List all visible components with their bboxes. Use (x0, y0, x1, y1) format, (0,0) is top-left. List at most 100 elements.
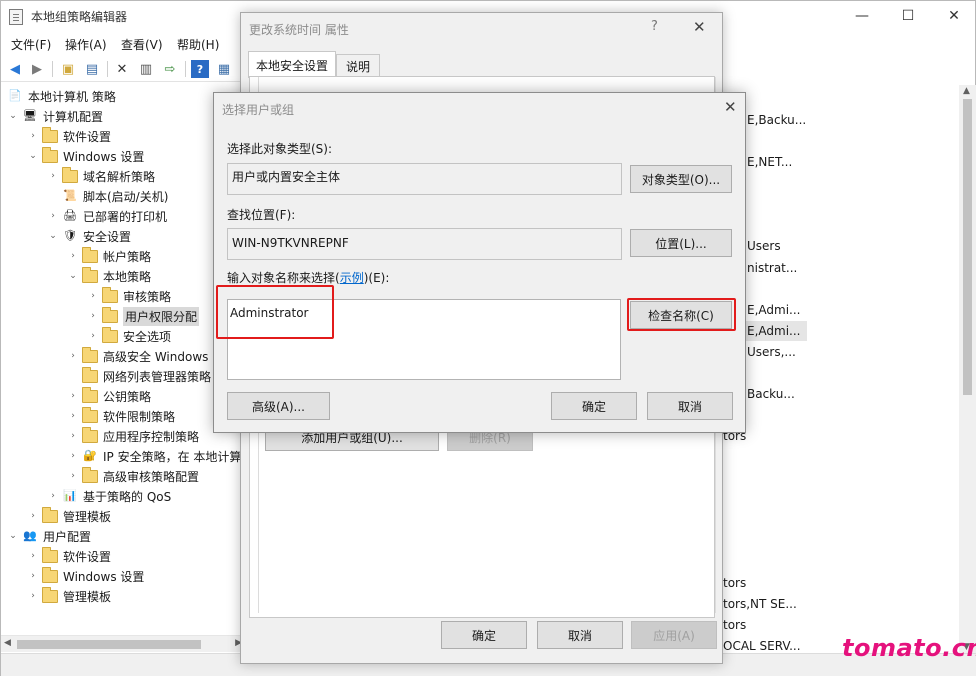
tree-item-user-software-settings[interactable]: › 软件设置 (27, 546, 111, 566)
list-cell[interactable]: tors,NT SE... (723, 597, 797, 611)
tree-item-user-windows-settings[interactable]: › Windows 设置 (27, 566, 144, 586)
menu-file[interactable]: 文件(F) (11, 36, 51, 53)
expand-arrow-icon[interactable]: › (27, 131, 39, 141)
list-cell[interactable]: tors (723, 618, 746, 632)
menu-help[interactable]: 帮助(H) (177, 36, 219, 53)
help-icon[interactable]: ? (191, 60, 209, 78)
up-folder-icon[interactable]: ▣ (59, 60, 77, 78)
extended-view-icon[interactable]: ▦ (215, 60, 233, 78)
tree-item-advanced-audit[interactable]: › 高级审核策略配置 (67, 466, 199, 486)
ok-button[interactable]: 确定 (551, 392, 637, 420)
close-button[interactable]: ✕ (931, 1, 976, 32)
minimize-button[interactable]: — (839, 1, 885, 32)
scrollbar-thumb[interactable] (963, 99, 972, 395)
expand-arrow-icon[interactable]: › (67, 451, 79, 461)
locations-button[interactable]: 位置(L)... (630, 229, 732, 257)
apply-button[interactable]: 应用(A) (631, 621, 717, 649)
delete-icon[interactable]: ✕ (113, 60, 131, 78)
list-cell[interactable]: tors (723, 576, 746, 590)
tree-item-user-config[interactable]: ⌄ 👥 用户配置 (7, 526, 91, 546)
expand-arrow-icon[interactable]: › (27, 571, 39, 581)
tree-item-software-restriction[interactable]: › 软件限制策略 (67, 406, 175, 426)
tree-item-network-list-manager[interactable]: 网络列表管理器策略 (67, 366, 211, 386)
list-vertical-scrollbar[interactable]: ▲ ▼ (959, 85, 976, 653)
examples-link[interactable]: 示例 (340, 271, 364, 285)
expand-arrow-icon[interactable]: › (47, 171, 59, 181)
select-dialog-title: 选择用户或组 (222, 103, 295, 117)
tree-item-user-rights-assignment[interactable]: › 用户权限分配 (87, 306, 200, 326)
collapse-arrow-icon[interactable]: ⌄ (7, 111, 19, 121)
tree-item-qos[interactable]: › 📊 基于策略的 QoS (47, 486, 171, 506)
expand-arrow-icon[interactable]: › (27, 551, 39, 561)
list-cell[interactable]: Users (747, 239, 781, 253)
expand-arrow-icon[interactable]: › (87, 291, 99, 301)
expand-arrow-icon[interactable]: › (67, 391, 79, 401)
tree-item-security-settings[interactable]: ⌄ 🛡 安全设置 (47, 226, 131, 246)
tree-item-software-settings[interactable]: › 软件设置 (27, 126, 111, 146)
tree-item-user-admin-templates[interactable]: › 管理模板 (27, 586, 111, 606)
export-list-icon[interactable]: ⇨ (161, 60, 179, 78)
cancel-button[interactable]: 取消 (647, 392, 733, 420)
cancel-button[interactable]: 取消 (537, 621, 623, 649)
expand-arrow-icon[interactable]: › (67, 431, 79, 441)
expand-arrow-icon[interactable]: › (67, 351, 79, 361)
scroll-up-icon[interactable]: ▲ (963, 86, 970, 96)
tab-local-security-setting[interactable]: 本地安全设置 (248, 51, 336, 78)
back-arrow-icon[interactable]: ◀ (6, 60, 24, 78)
expand-arrow-icon[interactable]: › (67, 411, 79, 421)
expand-arrow-icon[interactable]: › (47, 491, 59, 501)
expand-arrow-icon[interactable]: › (67, 471, 79, 481)
tree-item-audit-policy[interactable]: › 审核策略 (87, 286, 171, 306)
expand-arrow-icon[interactable]: › (47, 211, 59, 221)
collapse-arrow-icon[interactable]: ⌄ (7, 531, 19, 541)
tree-item-account-policies[interactable]: › 帐户策略 (67, 246, 151, 266)
expand-arrow-icon[interactable]: › (67, 251, 79, 261)
toolbar-separator (52, 61, 53, 77)
tree-item-deployed-printers[interactable]: › 🖨 已部署的打印机 (47, 206, 167, 226)
tree-item-app-control[interactable]: › 应用程序控制策略 (67, 426, 199, 446)
tree-item-windows-settings[interactable]: ⌄ Windows 设置 (27, 146, 144, 166)
advanced-button[interactable]: 高级(A)... (227, 392, 330, 420)
show-hide-tree-icon[interactable]: ▤ (83, 60, 101, 78)
scroll-left-icon[interactable]: ◀ (4, 638, 11, 648)
tree-item-scripts[interactable]: 📜 脚本(启动/关机) (47, 186, 168, 206)
list-cell[interactable]: nistrat... (747, 261, 797, 275)
tree-horizontal-scrollbar[interactable]: ◀ ▶ (1, 635, 245, 652)
forward-arrow-icon[interactable]: ▶ (28, 60, 46, 78)
tree-item-security-options[interactable]: › 安全选项 (87, 326, 171, 346)
maximize-button[interactable]: ☐ (885, 1, 931, 32)
expand-arrow-icon[interactable]: › (27, 511, 39, 521)
help-question-icon[interactable]: ? (651, 19, 658, 34)
collapse-arrow-icon[interactable]: ⌄ (47, 231, 59, 241)
object-types-button[interactable]: 对象类型(O)... (630, 165, 732, 193)
list-cell[interactable]: Users,... (747, 345, 796, 359)
tree-item-public-key-policies[interactable]: › 公钥策略 (67, 386, 151, 406)
list-cell[interactable]: E,Admi... (747, 303, 800, 317)
tree-item-computer-config[interactable]: ⌄ 🖥 计算机配置 (7, 106, 103, 126)
collapse-arrow-icon[interactable]: ⌄ (27, 151, 39, 161)
tree-item-local-policy[interactable]: 📄 本地计算机 策略 (7, 86, 116, 106)
menu-action[interactable]: 操作(A) (65, 36, 107, 53)
folder-icon (102, 306, 118, 323)
expand-arrow-icon[interactable]: › (87, 331, 99, 341)
expand-arrow-icon[interactable]: › (27, 591, 39, 601)
tab-explain[interactable]: 说明 (336, 54, 380, 78)
scrollbar-thumb[interactable] (17, 640, 201, 649)
collapse-arrow-icon[interactable]: ⌄ (67, 271, 79, 281)
tree-item-ip-security[interactable]: › 🔐 IP 安全策略，在 本地计算 (67, 446, 241, 466)
ok-button[interactable]: 确定 (441, 621, 527, 649)
properties-icon[interactable]: ▥ (137, 60, 155, 78)
list-cell[interactable]: OCAL SERV... (723, 639, 801, 653)
list-cell[interactable]: E,Backu... (747, 113, 806, 127)
tree-item-name-resolution-policy[interactable]: › 域名解析策略 (47, 166, 155, 186)
tree-item-local-policies[interactable]: ⌄ 本地策略 (67, 266, 151, 286)
list-cell[interactable]: E,NET... (747, 155, 792, 169)
list-cell[interactable]: E,Admi... (747, 324, 800, 338)
list-cell[interactable]: Backu... (747, 387, 795, 401)
tree-item-advanced-firewall[interactable]: › 高级安全 Windows (67, 346, 208, 366)
close-icon[interactable]: ✕ (724, 98, 737, 116)
close-icon[interactable]: ✕ (693, 18, 706, 36)
expand-arrow-icon[interactable]: › (87, 311, 99, 321)
tree-item-admin-templates[interactable]: › 管理模板 (27, 506, 111, 526)
menu-view[interactable]: 查看(V) (121, 36, 163, 53)
